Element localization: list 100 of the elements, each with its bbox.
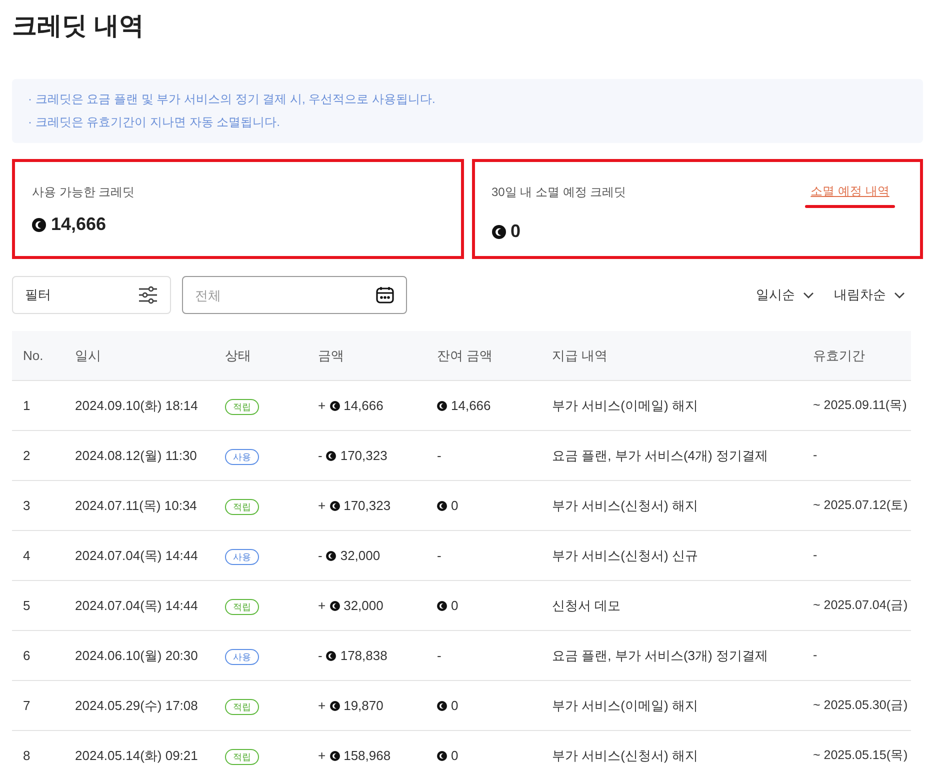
table-cell-text: - <box>813 447 818 464</box>
table-cell-text: 1 <box>22 396 32 415</box>
amount-value: 32,000 <box>344 596 384 615</box>
amount-sign: - <box>318 546 322 565</box>
balance-value: 0 <box>451 696 458 715</box>
table-cell-text: 4 <box>22 546 32 565</box>
coin-icon <box>330 700 340 710</box>
coin-icon <box>492 224 506 238</box>
notice-text: · 크레딧은 유효기간이 지나면 자동 소멸됩니다. <box>28 114 281 131</box>
coin-icon <box>437 600 447 610</box>
sort-dropdown[interactable]: 내림차순 <box>834 285 905 305</box>
credit-amount: 0 <box>510 220 521 243</box>
table-cell-text: 신청서 데모 <box>552 596 622 615</box>
page-title: 크레딧 내역 <box>12 11 145 42</box>
credit-amount: 14,666 <box>51 213 106 236</box>
coin-icon <box>326 650 336 660</box>
coin-icon <box>326 550 336 560</box>
table-cell-text: ~ 2025.07.12(토) <box>813 497 909 514</box>
column-header: 잔여 금액 <box>437 346 493 365</box>
date-range-field[interactable]: 전체 <box>182 276 407 314</box>
balance-value: - <box>437 646 442 665</box>
table-cell-text: 부가 서비스(신청서) 해지 <box>552 746 699 765</box>
status-badge: 적립 <box>225 498 259 515</box>
coin-icon <box>330 750 340 760</box>
amount-value: 19,870 <box>344 696 384 715</box>
balance-value: - <box>437 446 442 465</box>
card-label: 30일 내 소멸 예정 크레딧 <box>492 184 626 201</box>
coin-icon <box>437 700 447 710</box>
coin-icon <box>330 400 340 410</box>
coin-icon <box>437 500 447 510</box>
table-cell-text: 3 <box>22 496 32 515</box>
notice-text: · 크레딧은 요금 플랜 및 부가 서비스의 정기 결제 시, 우선적으로 사용됩니다. <box>28 91 436 108</box>
table-cell-text: 부가 서비스(신청서) 해지 <box>552 496 699 515</box>
table-cell-text: 2 <box>22 446 32 465</box>
column-header: 일시 <box>75 346 101 365</box>
chevron-down-icon <box>803 292 814 298</box>
table-cell-text: 2024.05.29(수) 17:08 <box>75 696 199 715</box>
table-cell-text: - <box>813 547 818 564</box>
balance-value: - <box>437 546 442 565</box>
status-badge: 적립 <box>225 748 259 765</box>
table-cell-text: 8 <box>22 746 32 765</box>
table-cell-text: 요금 플랜, 부가 서비스(4개) 정기결제 <box>552 446 769 465</box>
table-cell-text: 2024.07.04(목) 14:44 <box>75 546 199 565</box>
coin-icon <box>330 600 340 610</box>
amount-value: 14,666 <box>344 396 384 415</box>
table-cell-text: 2024.05.14(화) 09:21 <box>75 746 199 765</box>
table-cell-text: 6 <box>22 646 32 665</box>
table-cell-text: ~ 2025.07.04(금) <box>813 597 909 614</box>
table-cell-text: ~ 2025.09.11(목) <box>813 397 908 414</box>
amount-sign: + <box>318 496 326 515</box>
amount-value: 170,323 <box>340 446 388 465</box>
status-badge: 사용 <box>225 448 259 465</box>
status-badge: 적립 <box>225 598 259 615</box>
amount-value: 32,000 <box>340 546 380 565</box>
table-cell-text: ~ 2025.05.30(금) <box>813 697 909 714</box>
table-cell-text: 2024.07.11(목) 10:34 <box>75 496 198 515</box>
table-cell-text: 2024.09.10(화) 18:14 <box>75 396 199 415</box>
table-cell-text: 부가 서비스(이메일) 해지 <box>552 696 699 715</box>
amount-value: 178,838 <box>340 646 388 665</box>
sliders-icon <box>138 286 158 304</box>
amount-sign: + <box>318 596 326 615</box>
coin-icon <box>326 450 336 460</box>
table-cell-text: 2024.07.04(목) 14:44 <box>75 596 199 615</box>
table-cell-text: 5 <box>22 596 32 615</box>
card-label: 사용 가능한 크레딧 <box>32 184 135 201</box>
table-cell-text: 2024.08.12(월) 11:30 <box>75 446 198 465</box>
balance-value: 0 <box>451 746 458 765</box>
coin-icon <box>437 750 447 760</box>
table-cell-text: 요금 플랜, 부가 서비스(3개) 정기결제 <box>552 646 769 665</box>
column-header: No. <box>22 346 44 365</box>
amount-value: 170,323 <box>344 496 391 515</box>
coin-icon <box>32 218 46 232</box>
table-cell-text: 부가 서비스(이메일) 해지 <box>552 396 699 415</box>
amount-value: 158,968 <box>344 746 391 765</box>
filter-button[interactable]: 필터 <box>12 276 171 314</box>
amount-sign: - <box>318 446 322 465</box>
column-header: 유효기간 <box>813 346 865 365</box>
amount-sign: + <box>318 396 326 415</box>
table-cell-text: 7 <box>22 696 32 715</box>
table-cell-text: 부가 서비스(신청서) 신규 <box>552 546 699 565</box>
balance-value: 0 <box>451 496 458 515</box>
table-cell-text: ~ 2025.05.15(목) <box>813 747 909 764</box>
table-cell-text: - <box>813 647 818 664</box>
amount-sign: - <box>318 646 322 665</box>
table-cell-text: 2024.06.10(월) 20:30 <box>75 646 199 665</box>
calendar-icon <box>375 285 395 305</box>
status-badge: 사용 <box>225 648 259 665</box>
amount-sign: + <box>318 696 326 715</box>
coin-icon <box>437 400 447 410</box>
status-badge: 적립 <box>225 398 259 415</box>
chevron-down-icon <box>894 292 905 298</box>
column-header: 상태 <box>225 346 251 365</box>
status-badge: 사용 <box>225 548 259 565</box>
amount-sign: + <box>318 746 326 765</box>
sort-dropdown[interactable]: 일시순 <box>756 285 814 305</box>
column-header: 지급 내역 <box>552 346 608 365</box>
coin-icon <box>330 500 340 510</box>
status-badge: 적립 <box>225 698 259 715</box>
balance-value: 0 <box>451 596 458 615</box>
balance-value: 14,666 <box>451 396 491 415</box>
